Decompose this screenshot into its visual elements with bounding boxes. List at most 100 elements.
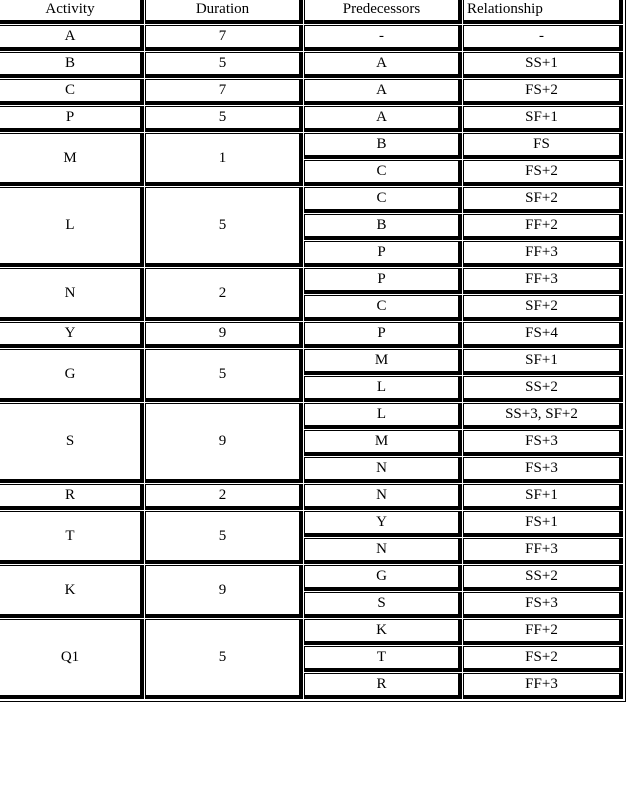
table-row: K 9 G SS+2 bbox=[0, 565, 623, 618]
relationship-cell: FS+2 bbox=[463, 646, 623, 672]
activity-cell: N bbox=[0, 268, 144, 321]
relationship-cell: SF+1 bbox=[463, 106, 623, 132]
relationship-cell: FF+3 bbox=[463, 673, 623, 699]
activity-cell: M bbox=[0, 133, 144, 186]
duration-cell: 2 bbox=[145, 484, 303, 510]
relationship-cell: SF+2 bbox=[463, 187, 623, 213]
predecessor-cell: N bbox=[304, 538, 462, 564]
activity-cell: G bbox=[0, 349, 144, 402]
table-frame: Activity Duration Predecessors Relations… bbox=[0, 0, 626, 702]
predecessor-cell: S bbox=[304, 592, 462, 618]
relationship-cell: SS+3, SF+2 bbox=[463, 403, 623, 429]
table-row: B 5 A SS+1 bbox=[0, 52, 623, 78]
activity-cell: L bbox=[0, 187, 144, 267]
table-row: N 2 P FF+3 bbox=[0, 268, 623, 321]
duration-cell: 1 bbox=[145, 133, 303, 186]
activity-cell: Y bbox=[0, 322, 144, 348]
activity-schedule-table: Activity Duration Predecessors Relations… bbox=[0, 0, 624, 700]
activity-cell: S bbox=[0, 403, 144, 483]
relationship-cell: FS+1 bbox=[463, 511, 623, 537]
activity-cell: R bbox=[0, 484, 144, 510]
predecessor-cell: M bbox=[304, 430, 462, 456]
activity-cell: K bbox=[0, 565, 144, 618]
predecessor-cell: B bbox=[304, 133, 462, 159]
relationship-cell: FS+4 bbox=[463, 322, 623, 348]
relationship-cell: SS+2 bbox=[463, 565, 623, 591]
relationship-cell: FF+3 bbox=[463, 241, 623, 267]
table-row: S 9 L SS+3, SF+2 bbox=[0, 403, 623, 483]
duration-cell: 7 bbox=[145, 79, 303, 105]
header-row: Activity Duration Predecessors Relations… bbox=[0, 0, 623, 24]
duration-cell: 5 bbox=[145, 106, 303, 132]
activity-cell: B bbox=[0, 52, 144, 78]
predecessor-cell: A bbox=[304, 79, 462, 105]
predecessor-cell: P bbox=[304, 241, 462, 267]
predecessor-cell: A bbox=[304, 52, 462, 78]
duration-cell: 5 bbox=[145, 52, 303, 78]
activity-cell: A bbox=[0, 25, 144, 51]
header-activity: Activity bbox=[0, 0, 144, 24]
activity-cell: T bbox=[0, 511, 144, 564]
header-duration: Duration bbox=[145, 0, 303, 24]
relationship-cell: SF+1 bbox=[463, 349, 623, 375]
table-body: A 7- - B 5 A SS+1 C 7 A FS+2 P 5 A SF+1 M 1 B FS C FS+2 L 5 C SF… bbox=[0, 25, 623, 699]
predecessor-cell: R bbox=[304, 673, 462, 699]
relationship-cell: SS+1 bbox=[463, 52, 623, 78]
duration-cell: 9 bbox=[145, 565, 303, 618]
duration-cell: 5 bbox=[145, 349, 303, 402]
relationship-cell: FS bbox=[463, 133, 623, 159]
relationship-cell: FS+3 bbox=[463, 457, 623, 483]
predecessor-cell: - bbox=[304, 25, 462, 51]
duration-cell: 9 bbox=[145, 403, 303, 483]
relationship-cell: FS+2 bbox=[463, 79, 623, 105]
table-row: Y 9 P FS+4 bbox=[0, 322, 623, 348]
predecessor-cell: L bbox=[304, 403, 462, 429]
table-row: G 5 M SF+1 bbox=[0, 349, 623, 402]
predecessor-cell: P bbox=[304, 322, 462, 348]
duration-cell: 5 bbox=[145, 187, 303, 267]
table-row: C 7 A FS+2 bbox=[0, 79, 623, 105]
predecessor-cell: G bbox=[304, 565, 462, 591]
relationship-cell: - bbox=[463, 25, 623, 51]
relationship-cell: SF+1 bbox=[463, 484, 623, 510]
predecessor-cell: T bbox=[304, 646, 462, 672]
relationship-cell: SF+2 bbox=[463, 295, 623, 321]
predecessor-cell: N bbox=[304, 457, 462, 483]
duration-cell: 7 bbox=[145, 25, 303, 51]
table-row: L 5 C SF+2 bbox=[0, 187, 623, 267]
relationship-cell: FS+3 bbox=[463, 592, 623, 618]
duration-cell: 2 bbox=[145, 268, 303, 321]
predecessor-cell: M bbox=[304, 349, 462, 375]
predecessor-cell: A bbox=[304, 106, 462, 132]
duration-cell: 5 bbox=[145, 619, 303, 699]
predecessor-cell: L bbox=[304, 376, 462, 402]
predecessor-cell: C bbox=[304, 187, 462, 213]
relationship-cell: FF+3 bbox=[463, 268, 623, 294]
relationship-cell: FF+2 bbox=[463, 619, 623, 645]
activity-cell: Q1 bbox=[0, 619, 144, 699]
table-row: A7-- bbox=[0, 25, 623, 51]
table-row: P 5 A SF+1 bbox=[0, 106, 623, 132]
duration-cell: 5 bbox=[145, 511, 303, 564]
predecessor-cell: C bbox=[304, 295, 462, 321]
predecessor-cell: C bbox=[304, 160, 462, 186]
relationship-cell: FS+2 bbox=[463, 160, 623, 186]
table-row: T 5 Y FS+1 bbox=[0, 511, 623, 564]
predecessor-cell: K bbox=[304, 619, 462, 645]
predecessor-cell: P bbox=[304, 268, 462, 294]
relationship-cell: SS+2 bbox=[463, 376, 623, 402]
relationship-cell: FS+3 bbox=[463, 430, 623, 456]
header-predecessors: Predecessors bbox=[304, 0, 462, 24]
predecessor-cell: N bbox=[304, 484, 462, 510]
table-row: Q1 5 K FF+2 bbox=[0, 619, 623, 699]
relationship-cell: FF+3 bbox=[463, 538, 623, 564]
activity-cell: P bbox=[0, 106, 144, 132]
predecessor-cell: Y bbox=[304, 511, 462, 537]
duration-cell: 9 bbox=[145, 322, 303, 348]
table-row: M 1 B FS bbox=[0, 133, 623, 186]
predecessor-cell: B bbox=[304, 214, 462, 240]
activity-cell: C bbox=[0, 79, 144, 105]
table-row: R 2 N SF+1 bbox=[0, 484, 623, 510]
header-relationship: Relationship bbox=[463, 0, 623, 24]
relationship-cell: FF+2 bbox=[463, 214, 623, 240]
